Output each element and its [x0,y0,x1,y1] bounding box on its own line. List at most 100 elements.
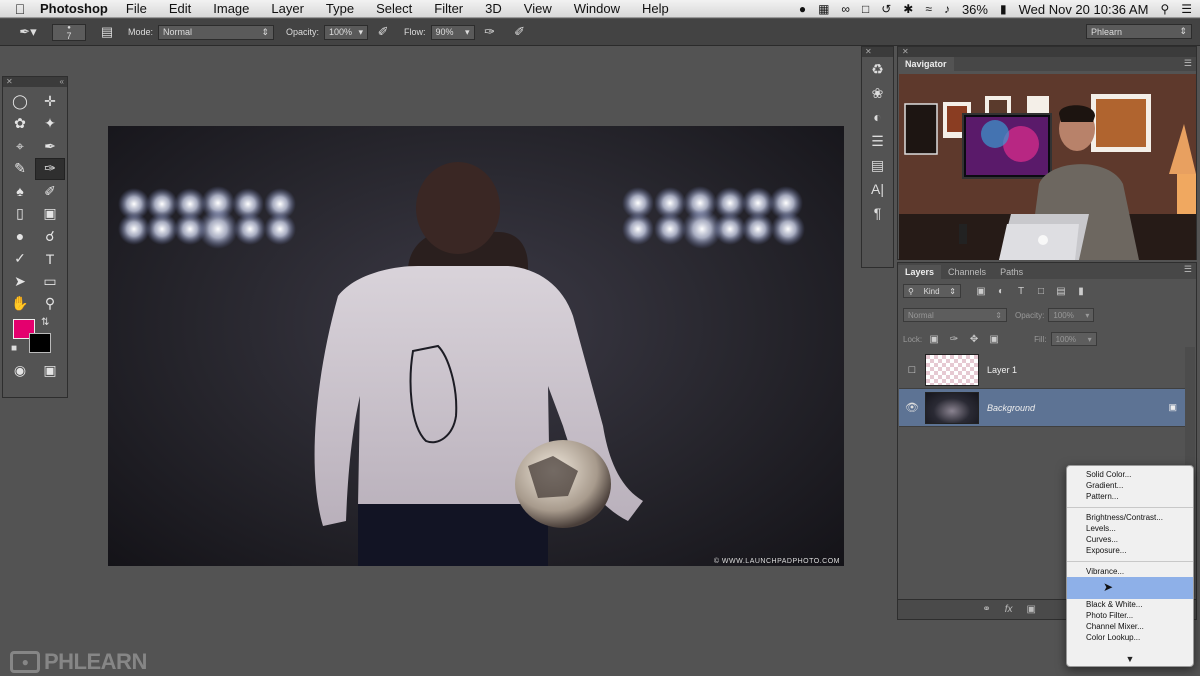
history-panel-icon[interactable]: ♻ [862,57,893,81]
menu-layer[interactable]: Layer [271,1,304,16]
menu-item-exposure[interactable]: Exposure... [1067,545,1193,556]
path-selection-tool-icon[interactable]: ➤ [5,270,35,293]
default-colors-icon[interactable]: ■ [11,343,17,354]
filter-kind-select[interactable]: ⚲ Kind ⇕ [903,284,961,298]
panel-menu-icon[interactable]: ☰ [1184,58,1192,69]
close-icon[interactable]: ✕ [6,77,13,87]
blend-mode-select[interactable]: Normal ⇕ [903,308,1007,322]
background-color-swatch[interactable] [29,333,51,353]
menu-item-gradient[interactable]: Gradient... [1067,480,1193,491]
brush-preset-picker-icon[interactable]: ✒▾ [10,23,46,41]
airbrush-icon[interactable]: ✑ [481,23,499,41]
tab-channels[interactable]: Channels [941,265,993,279]
lock-all-icon[interactable]: ▣ [986,332,1002,346]
menu-item-brightness-contrast[interactable]: Brightness/Contrast... [1067,512,1193,523]
tab-layers[interactable]: Layers [898,265,942,279]
menu-select[interactable]: Select [376,1,412,16]
fx-icon[interactable]: fx [1005,604,1013,615]
screen-mode-icon[interactable]: ▣ [35,359,65,382]
menu-file[interactable]: File [126,1,147,16]
panel-menu-icon[interactable]: ☰ [1184,264,1192,275]
move-tool-icon[interactable]: ✛ [35,90,65,113]
paragraph-panel-icon[interactable]: ¶ [862,201,893,225]
history-brush-tool-icon[interactable]: ✐ [35,180,65,203]
add-mask-icon[interactable]: ▣ [1027,604,1036,615]
menu-item-vibrance[interactable]: Vibrance... [1067,566,1193,577]
fill-field[interactable]: 100% ▾ [1050,332,1097,346]
notification-center-icon[interactable]: ☰ [1181,2,1192,16]
opacity-field[interactable]: 100% ▾ [324,24,369,40]
workspace-select[interactable]: Phlearn ⇕ [1086,24,1192,39]
layer-name[interactable]: Background [987,403,1035,413]
lock-position-icon[interactable]: ✥ [966,332,982,346]
eye-icon[interactable]: 👁 [899,401,925,414]
menu-item-photo-filter[interactable]: Photo Filter... [1067,610,1193,621]
brush-size-picker[interactable]: ● 7 [52,23,86,41]
tab-navigator[interactable]: Navigator [898,57,954,71]
magic-wand-tool-icon[interactable]: ✦ [35,113,65,136]
menu-app-name[interactable]: Photoshop [40,1,108,16]
pressure-opacity-icon[interactable]: ✐ [374,23,392,41]
healing-brush-tool-icon[interactable]: ✎ [5,158,35,181]
menu-edit[interactable]: Edit [169,1,191,16]
pen-tool-icon[interactable]: ✓ [5,248,35,271]
menu-view[interactable]: View [524,1,552,16]
menu-3d[interactable]: 3D [485,1,502,16]
layer-opacity-field[interactable]: 100% ▾ [1048,308,1095,322]
filter-shape-icon[interactable]: □ [1033,284,1049,298]
properties-panel-icon[interactable]: ☰ [862,129,893,153]
menu-item-curves[interactable]: Curves... [1067,534,1193,545]
brush-tool-icon[interactable]: ✑ [35,157,65,180]
filter-smart-object-icon[interactable]: ▤ [1053,284,1069,298]
elliptical-marquee-tool-icon[interactable]: ◯ [5,90,35,113]
bluetooth-icon[interactable]: ✱ [903,2,913,16]
dodge-tool-icon[interactable]: ☌ [35,225,65,248]
adjustments-panel-icon[interactable]: ◐ [862,105,893,129]
menu-filter[interactable]: Filter [434,1,463,16]
swap-colors-icon[interactable]: ⇅ [41,317,49,328]
lasso-tool-icon[interactable]: ✿ [5,113,35,136]
hand-tool-icon[interactable]: ✋ [5,293,35,316]
collapse-icon[interactable]: « [60,77,64,87]
time-machine-icon[interactable]: ↺ [881,2,891,16]
lock-image-icon[interactable]: ✑ [946,332,962,346]
tools-panel-header[interactable]: ✕ « [3,77,67,87]
menu-item-color-lookup[interactable]: Color Lookup... [1067,632,1193,643]
evernote-icon[interactable]: ● [799,2,806,16]
flow-field[interactable]: 90% ▾ [430,24,475,40]
layer-row-layer-1[interactable]: □ Layer 1 [899,351,1185,389]
filter-type-icon[interactable]: T [1013,284,1029,298]
clock[interactable]: Wed Nov 20 10:36 AM [1019,2,1149,17]
menu-type[interactable]: Type [326,1,354,16]
dock-header[interactable]: ✕ [862,47,893,57]
menu-window[interactable]: Window [574,1,620,16]
filter-adjustment-icon[interactable]: ◐ [993,284,1009,298]
character-panel-icon[interactable]: A| [862,177,893,201]
clone-stamp-tool-icon[interactable]: ♠ [5,180,35,203]
filter-pixel-icon[interactable]: ▣ [973,284,989,298]
menu-item-black-white[interactable]: Black & White... [1067,599,1193,610]
menu-item-levels[interactable]: Levels... [1067,523,1193,534]
eyedropper-tool-icon[interactable]: ✒ [35,135,65,158]
creative-cloud-icon[interactable]: ∞ [841,2,850,16]
menu-item-hue-saturation[interactable]: Hue/Saturation... [1067,577,1193,588]
quick-mask-icon[interactable]: ◉ [5,359,35,382]
apple-menu-icon[interactable]:  [0,1,40,17]
type-tool-icon[interactable]: T [35,248,65,271]
dropbox-icon[interactable]: □ [862,2,869,16]
battery-percent[interactable]: 36% [962,2,988,17]
spotlight-icon[interactable]: ⚲ [1160,2,1169,16]
close-icon[interactable]: ✕ [865,47,872,56]
mode-select[interactable]: Normal ⇕ [158,24,275,40]
grid-icon[interactable]: ▦ [818,2,829,16]
filter-toggle-icon[interactable]: ▮ [1073,284,1089,298]
navigator-panel-header[interactable]: ✕ [898,47,1196,57]
link-layers-icon[interactable]: ⚭ [982,604,990,615]
blur-tool-icon[interactable]: ● [5,225,35,248]
rectangle-tool-icon[interactable]: ▭ [35,270,65,293]
visibility-toggle[interactable]: □ [899,364,925,376]
gradient-tool-icon[interactable]: ▣ [35,203,65,226]
wifi-icon[interactable]: ≈ [925,2,932,16]
zoom-tool-icon[interactable]: ⚲ [35,293,65,316]
navigator-preview[interactable] [899,74,1196,260]
